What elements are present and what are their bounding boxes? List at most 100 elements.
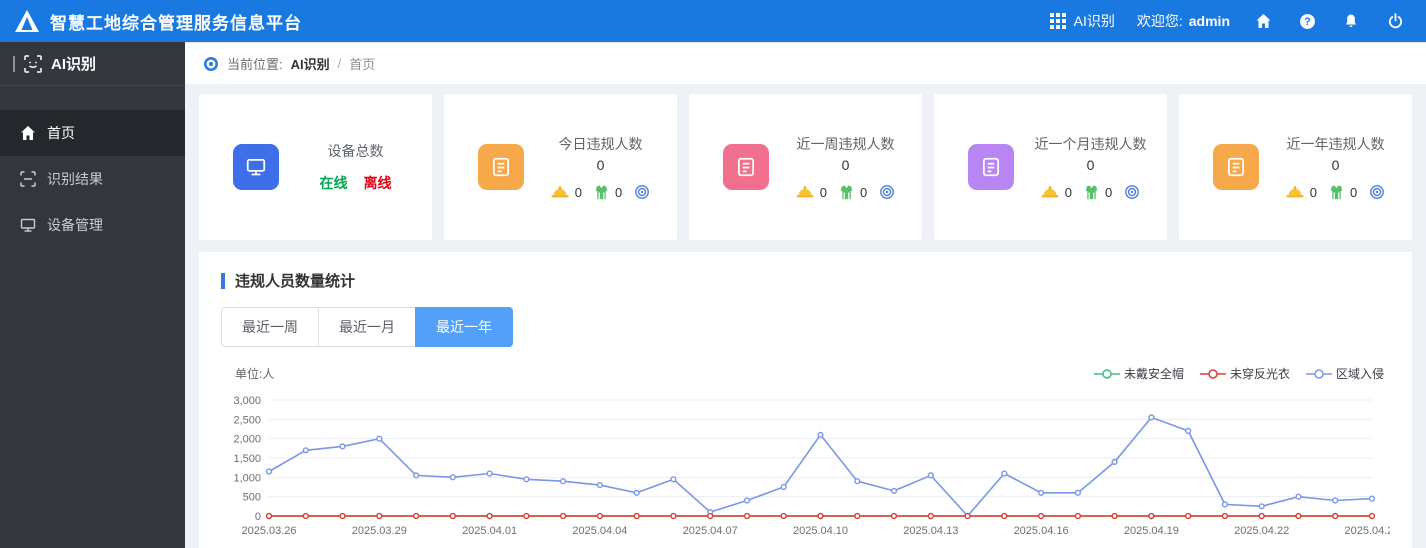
breadcrumb-prefix: 当前位置: [227,57,283,72]
sidebar-item-label: 设备管理 [47,217,103,233]
svg-text:2025.04.07: 2025.04.07 [683,525,738,537]
helmet-count: 0 [819,184,827,200]
intrusion-spiral-icon [880,185,895,199]
sidebar-collapse-handle [13,55,15,72]
bell-icon [1345,14,1357,27]
sidebar-item-recognition-results[interactable]: 识别结果 [0,156,185,202]
report-icon [723,144,769,190]
main-content: 当前位置: AI识别 / 首页 设备总数 在线 离线 今日违规人数 0 0 0 … [185,42,1426,548]
helmet-icon [1286,186,1304,198]
helmet-count: 0 [574,184,582,200]
stat-card-title: 今日违规人数 [558,136,643,152]
violation-breakdown: 0 0 [1020,184,1161,200]
vest-icon [840,184,853,199]
stat-card-today-violations: 今日违规人数 0 0 0 [444,94,677,240]
location-icon [203,56,219,72]
svg-text:2025.04.25: 2025.04.25 [1344,525,1390,537]
stat-card-devices: 设备总数 在线 离线 [199,94,432,240]
title-accent-bar [221,272,225,289]
sidebar-header-label: AI识别 [51,56,97,73]
tab-last-week[interactable]: 最近一周 [221,307,319,347]
svg-text:1,500: 1,500 [233,453,261,465]
stat-card-title: 近一周违规人数 [796,136,895,152]
section-title: 违规人员数量统计 [221,270,1390,291]
chart-header: 单位:人 未戴安全帽 未穿反光衣 区域入侵 [221,365,1390,382]
stat-card-value: 0 [1331,157,1340,173]
violation-statistics-panel: 违规人员数量统计 最近一周 最近一月 最近一年 单位:人 未戴安全帽 未穿反光衣… [199,252,1412,548]
welcome-text: 欢迎您: admin [1137,11,1230,31]
section-title-text: 违规人员数量统计 [235,273,356,290]
home-icon [1256,14,1270,28]
svg-text:2,000: 2,000 [233,434,261,446]
welcome-label: 欢迎您: [1136,13,1183,29]
device-total-icon [233,144,279,190]
offline-label: 离线 [363,175,392,191]
intrusion-spiral-icon [1370,185,1385,199]
legend-label: 未戴安全帽 [1123,367,1184,381]
vest-count: 0 [615,184,623,200]
power-icon [1388,12,1402,28]
ai-recognition-icon [24,54,42,73]
device-icon [20,218,36,232]
tab-last-month[interactable]: 最近一月 [318,307,416,347]
app-title: 智慧工地综合管理服务信息平台 [50,13,302,33]
sidebar-menu: 首页 识别结果 设备管理 [0,110,185,248]
legend-label: 区域入侵 [1335,367,1384,381]
svg-text:2025.04.10: 2025.04.10 [793,525,848,537]
breadcrumb-separator: / [337,56,342,71]
legend-item-vest[interactable]: 未穿反光衣 [1199,365,1290,382]
helmet-icon [551,186,569,198]
stat-card-title: 设备总数 [327,143,384,159]
sidebar-item-label: 首页 [47,125,75,141]
svg-text:2025.04.04: 2025.04.04 [572,525,627,537]
stat-card-month-violations: 近一个月违规人数 0 0 0 [934,94,1167,240]
device-status-row: 在线 离线 [285,173,426,193]
legend-marker [1199,368,1226,380]
home-icon [21,126,35,140]
helmet-icon [796,186,814,198]
legend-marker [1093,368,1120,380]
legend-item-helmet[interactable]: 未戴安全帽 [1093,365,1184,382]
stat-card-week-violations: 近一周违规人数 0 0 0 [689,94,922,240]
notifications-button[interactable] [1340,10,1362,32]
report-icon [1213,144,1259,190]
helmet-count: 0 [1309,184,1317,200]
svg-text:500: 500 [243,492,261,504]
svg-text:3,000: 3,000 [233,395,261,407]
stat-card-value: 0 [1086,157,1095,173]
svg-text:1,000: 1,000 [233,472,261,484]
violation-breakdown: 0 0 [530,184,671,200]
username[interactable]: admin [1189,13,1230,29]
stat-cards-row: 设备总数 在线 离线 今日违规人数 0 0 0 近一周违规人数 0 0 0 近一… [199,94,1412,240]
violation-line-chart: 0 500 1,000 1,500 2,000 2,500 3,000 2025.03.26 2… [233,395,1390,537]
svg-text:?: ? [1304,16,1310,28]
intrusion-spiral-icon [635,185,650,199]
vest-count: 0 [1105,184,1113,200]
legend-label: 未穿反光衣 [1229,367,1290,381]
stat-card-value: 0 [596,157,605,173]
help-icon: ? [1299,13,1315,29]
sidebar-item-label: 识别结果 [47,171,103,187]
violation-breakdown: 0 0 [775,184,916,200]
vest-count: 0 [1350,184,1358,200]
sidebar-header[interactable]: AI识别 [0,42,185,86]
help-button[interactable]: ? [1296,10,1318,32]
report-icon [478,144,524,190]
svg-text:2025.04.19: 2025.04.19 [1124,525,1179,537]
sidebar-item-home[interactable]: 首页 [0,110,185,156]
report-icon [968,144,1014,190]
app-switcher-label: AI识别 [1073,13,1115,29]
tab-last-year[interactable]: 最近一年 [415,307,513,347]
svg-text:2025.04.01: 2025.04.01 [462,525,517,537]
legend-item-intrusion[interactable]: 区域入侵 [1305,365,1384,382]
home-icon-button[interactable] [1252,10,1274,32]
scan-icon [20,171,36,187]
logout-button[interactable] [1384,10,1406,32]
breadcrumb-current[interactable]: 首页 [349,54,375,73]
breadcrumb-section[interactable]: AI识别 [291,54,330,73]
online-label: 在线 [319,175,348,191]
app-switcher-button[interactable]: AI识别 [1049,11,1115,31]
breadcrumb: 当前位置: AI识别 / 首页 [185,42,1426,84]
sidebar-item-device-management[interactable]: 设备管理 [0,202,185,248]
vest-icon [1085,184,1098,199]
